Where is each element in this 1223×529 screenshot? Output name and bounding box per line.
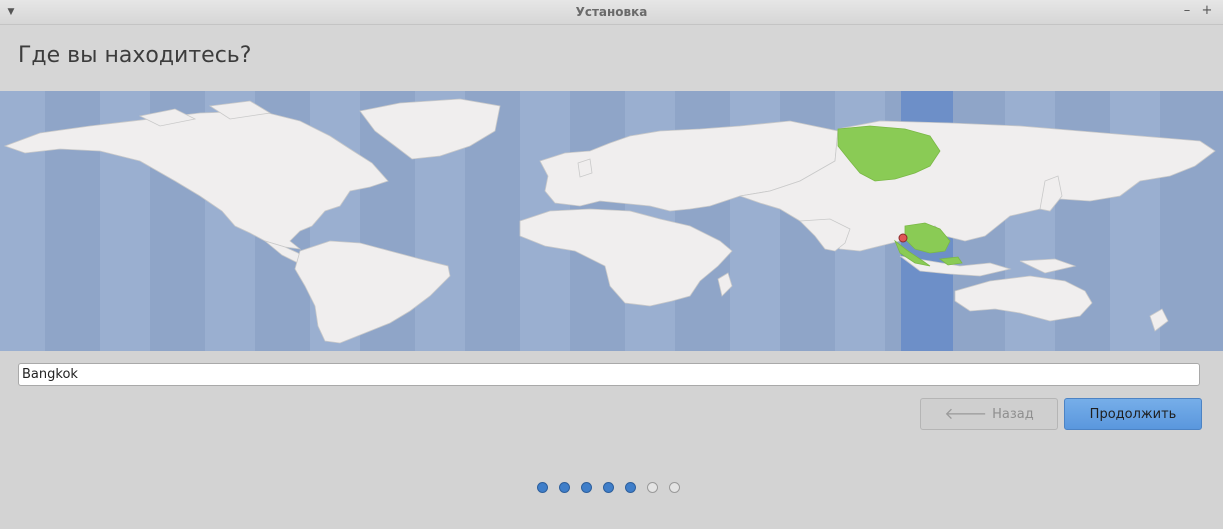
window-titlebar: ▼ Установка – + (0, 0, 1223, 25)
progress-dot (581, 482, 592, 493)
continue-button-label: Продолжить (1089, 406, 1177, 422)
window-title: Установка (575, 5, 648, 19)
back-arrow-icon: 🡐 (944, 404, 988, 423)
progress-dot (647, 482, 658, 493)
location-marker[interactable] (898, 233, 908, 243)
maximize-icon[interactable]: + (1200, 3, 1214, 19)
progress-dot (625, 482, 636, 493)
progress-dot (559, 482, 570, 493)
progress-dot (537, 482, 548, 493)
continue-button[interactable]: Продолжить (1064, 398, 1202, 430)
progress-dot (669, 482, 680, 493)
page-header: Где вы находитесь? (0, 25, 1223, 91)
back-button-label: Назад (992, 406, 1034, 422)
minimize-icon[interactable]: – (1180, 3, 1194, 19)
timezone-map[interactable] (0, 91, 1223, 351)
progress-dot (603, 482, 614, 493)
page-title: Где вы находитесь? (18, 43, 252, 68)
timezone-input[interactable] (18, 363, 1200, 386)
back-button[interactable]: 🡐 Назад (920, 398, 1058, 430)
